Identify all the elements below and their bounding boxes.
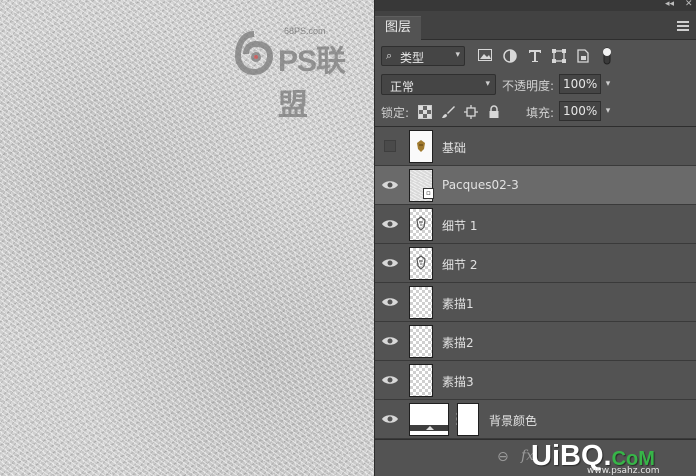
fill-chevron-icon[interactable]: ▾ xyxy=(602,101,614,121)
lock-all-icon[interactable] xyxy=(487,105,501,119)
fill-label: 填充: xyxy=(526,106,555,120)
lock-transparency-icon[interactable] xyxy=(418,105,432,119)
visibility-toggle-off[interactable] xyxy=(384,140,396,152)
opacity-input[interactable]: 100% xyxy=(559,74,601,94)
layer-mask-thumbnail xyxy=(457,403,479,436)
eye-icon[interactable] xyxy=(381,254,399,272)
blend-mode-value: 正常 xyxy=(390,80,415,94)
watermark-site: 68PS.com xyxy=(284,26,326,36)
close-icon[interactable]: ✕ xyxy=(685,0,693,9)
blend-mode-select[interactable]: 正常 ▾ xyxy=(381,74,496,95)
watermark-brand: PS联盟 xyxy=(278,45,346,122)
layer-row-pacques[interactable]: ▫ Pacques02-3 xyxy=(375,166,696,205)
search-icon: ⌕ xyxy=(386,49,393,62)
fill-slider-icon xyxy=(410,425,448,431)
layer-name: 素描2 xyxy=(442,336,474,350)
layer-thumbnail xyxy=(409,130,433,163)
layer-name: Pacques02-3 xyxy=(442,178,519,192)
watermark-url: www.psahz.com xyxy=(587,466,660,476)
layer-thumbnail xyxy=(409,208,433,241)
layer-thumbnail xyxy=(409,247,433,280)
chevron-down-icon: ▾ xyxy=(455,50,460,60)
layer-name: 细节 2 xyxy=(442,258,478,272)
panel-title-strip: ◂◂ ✕ xyxy=(375,0,696,11)
layer-row-base[interactable]: 基础 xyxy=(375,127,696,166)
panel-menu-icon[interactable] xyxy=(677,21,689,31)
layer-name: 细节 1 xyxy=(442,219,478,233)
layer-name: 背景颜色 xyxy=(489,414,538,428)
layers-panel: ◂◂ ✕ 图层 ⌕ 类型 ▾ 正常 ▾ 不透明度: 100% ▾ 锁定: 填充:… xyxy=(374,0,696,476)
document-canvas[interactable]: 68PS.com PS联盟 xyxy=(0,0,374,476)
chevron-down-icon: ▾ xyxy=(485,79,490,89)
fill-layer-thumbnail xyxy=(409,403,449,436)
sketch-thumb-icon xyxy=(416,216,426,231)
lock-position-icon[interactable] xyxy=(464,105,478,119)
layer-name: 基础 xyxy=(442,141,467,155)
layer-filter-row: ⌕ 类型 ▾ xyxy=(375,44,696,70)
sketch-thumb-icon xyxy=(416,255,426,270)
fill-input[interactable]: 100% xyxy=(559,101,601,121)
ps-league-watermark: 68PS.com PS联盟 xyxy=(234,26,364,122)
eye-icon[interactable] xyxy=(381,215,399,233)
layer-thumbnail xyxy=(409,325,433,358)
layers-list: 基础 ▫ Pacques02-3 细节 1 细节 2 素描1 素描2 素描3 背… xyxy=(375,126,696,439)
shape-filter-icon[interactable] xyxy=(552,49,568,63)
layer-row-sketch-3[interactable]: 素描3 xyxy=(375,361,696,400)
adjustment-filter-icon[interactable] xyxy=(503,49,519,63)
layer-row-sketch-1[interactable]: 素描1 xyxy=(375,283,696,322)
eye-icon[interactable] xyxy=(381,410,399,428)
image-filter-icon[interactable] xyxy=(478,49,494,63)
smart-object-filter-icon[interactable] xyxy=(576,49,592,63)
eye-icon[interactable] xyxy=(381,371,399,389)
collapse-icon[interactable]: ◂◂ xyxy=(665,0,674,9)
layer-row-detail-1[interactable]: 细节 1 xyxy=(375,205,696,244)
layer-name: 素描1 xyxy=(442,297,474,311)
eye-icon[interactable] xyxy=(381,176,399,194)
layer-thumbnail xyxy=(409,364,433,397)
lock-pixels-brush-icon[interactable] xyxy=(441,105,455,119)
panel-bottom-bar: ⊖ fx UiBQ.CoM www.psahz.com xyxy=(375,439,696,476)
ps-league-logo-icon xyxy=(234,31,274,76)
layer-row-background-color[interactable]: ⛓ 背景颜色 xyxy=(375,400,696,439)
lock-label: 锁定: xyxy=(381,106,410,120)
opacity-chevron-icon[interactable]: ▾ xyxy=(602,74,614,94)
eye-icon[interactable] xyxy=(381,332,399,350)
lock-fill-row: 锁定: 填充: 100% ▾ xyxy=(375,100,696,124)
filter-kind-select[interactable]: ⌕ 类型 ▾ xyxy=(381,46,465,66)
eye-icon[interactable] xyxy=(381,293,399,311)
layer-row-sketch-2[interactable]: 素描2 xyxy=(375,322,696,361)
link-layers-icon[interactable]: ⊖ xyxy=(497,449,509,465)
tab-layers[interactable]: 图层 xyxy=(375,16,421,40)
layer-thumbnail xyxy=(409,286,433,319)
opacity-label: 不透明度: xyxy=(502,79,555,93)
filter-toggle-icon[interactable] xyxy=(601,46,617,65)
layer-row-detail-2[interactable]: 细节 2 xyxy=(375,244,696,283)
blend-opacity-row: 正常 ▾ 不透明度: 100% ▾ xyxy=(375,73,696,97)
type-filter-icon[interactable] xyxy=(528,49,544,63)
smart-object-badge-icon: ▫ xyxy=(423,188,434,199)
layer-name: 素描3 xyxy=(442,375,474,389)
filter-kind-label: 类型 xyxy=(400,51,425,65)
panel-tab-bar: 图层 xyxy=(375,11,696,40)
sketch-thumb-icon xyxy=(417,140,425,152)
